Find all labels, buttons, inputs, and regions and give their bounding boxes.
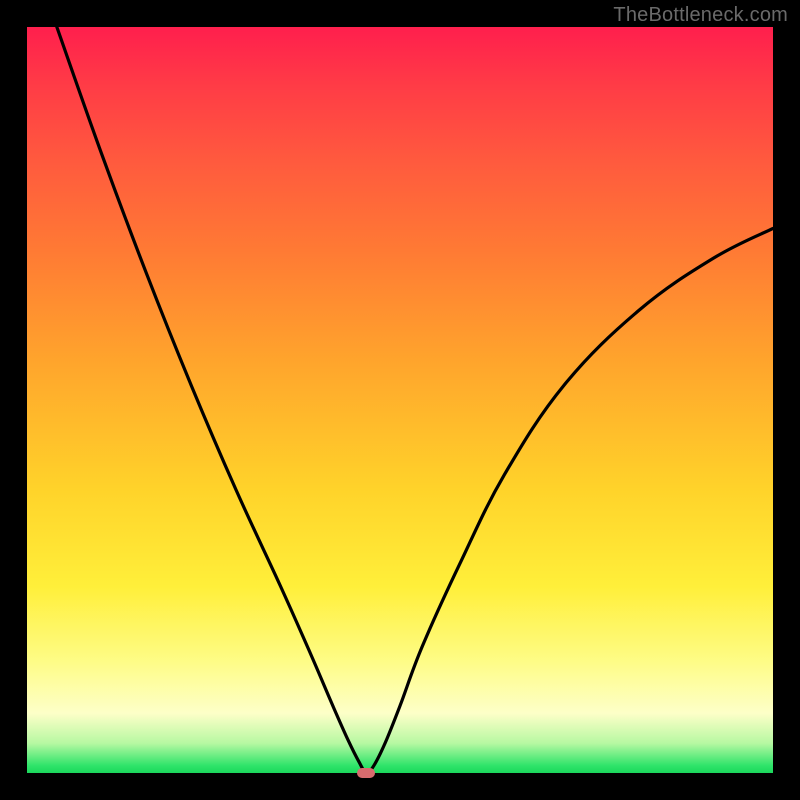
watermark-text: TheBottleneck.com	[613, 4, 788, 27]
bottleneck-curve	[27, 27, 773, 773]
minimum-marker	[357, 768, 375, 778]
plot-area	[27, 27, 773, 773]
chart-frame: TheBottleneck.com	[0, 0, 800, 800]
